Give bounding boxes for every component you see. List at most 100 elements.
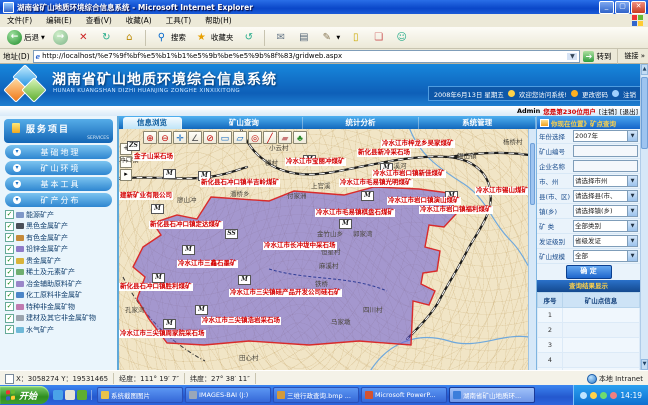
- mineral-layer-item[interactable]: ✓ 稀土及元素矿产: [0, 267, 117, 279]
- scroll-up-icon[interactable]: ▲: [641, 64, 648, 75]
- start-button[interactable]: 开始: [0, 386, 49, 404]
- checkbox-checked-icon[interactable]: ✓: [5, 210, 14, 219]
- mine-marker[interactable]: M: [163, 319, 176, 329]
- map-tool-button[interactable]: ▰: [278, 131, 292, 144]
- mine-marker[interactable]: M: [195, 305, 208, 315]
- show-desktop-icon[interactable]: [65, 390, 75, 400]
- sidebar-group-button[interactable]: ▾ 基础地理: [5, 145, 112, 159]
- mine-marker[interactable]: ZS: [127, 141, 140, 151]
- dropdown-arrow-icon[interactable]: ▼: [628, 250, 638, 262]
- forward-button[interactable]: →: [50, 29, 71, 46]
- field-value[interactable]: 请选择县(市、: [573, 190, 628, 202]
- checkbox-checked-icon[interactable]: ✓: [5, 256, 14, 265]
- mineral-layer-item[interactable]: ✓ 贵金属矿产: [0, 255, 117, 267]
- links-label[interactable]: 链接 »: [624, 51, 645, 61]
- field-value[interactable]: 全部: [573, 250, 628, 262]
- field-value[interactable]: 请选择市州: [573, 175, 628, 187]
- mine-marker[interactable]: M: [151, 204, 164, 214]
- history-button[interactable]: ↺: [238, 29, 259, 46]
- minimize-button[interactable]: _: [599, 1, 614, 14]
- mine-marker[interactable]: M: [163, 169, 176, 179]
- map-tool-button[interactable]: ♣: [293, 131, 307, 144]
- scroll-down-icon[interactable]: ▼: [641, 359, 648, 370]
- map-tool-button[interactable]: ◎: [248, 131, 262, 144]
- update-tray-icon[interactable]: [610, 392, 617, 399]
- checkbox-checked-icon[interactable]: ✓: [5, 291, 14, 300]
- print-button[interactable]: ▤: [293, 29, 314, 46]
- back-dropdown-icon[interactable]: ▼: [41, 35, 45, 41]
- mineral-layer-item[interactable]: ✓ 有色金属矿产: [0, 232, 117, 244]
- refresh-button[interactable]: ↻: [96, 29, 117, 46]
- mineral-layer-item[interactable]: ✓ 能源矿产: [0, 209, 117, 221]
- field-value[interactable]: 2007年: [573, 130, 628, 142]
- logout-link[interactable]: 注销: [623, 89, 636, 99]
- tab[interactable]: 矿山查询: [186, 117, 303, 129]
- tab[interactable]: 统计分析: [303, 117, 420, 129]
- taskbar-task[interactable]: 系统截图图片: [97, 387, 183, 403]
- map-scrollbar-thumb[interactable]: [530, 143, 535, 205]
- dropdown-arrow-icon[interactable]: ▼: [628, 205, 638, 217]
- mineral-layer-item[interactable]: ✓ 建材及其它非金属矿物: [0, 313, 117, 325]
- checkbox-checked-icon[interactable]: ✓: [5, 222, 14, 231]
- taskbar-task[interactable]: IMAGES-BAI (J:): [185, 387, 271, 403]
- field-value[interactable]: [573, 160, 638, 172]
- checkbox-checked-icon[interactable]: ✓: [5, 325, 14, 334]
- mineral-layer-item[interactable]: ✓ 水气矿产: [0, 324, 117, 336]
- checkbox-checked-icon[interactable]: ✓: [5, 268, 14, 277]
- clock[interactable]: 14:19: [620, 391, 642, 400]
- taskbar-task[interactable]: Microsoft PowerP...: [361, 387, 447, 403]
- volume-tray-icon[interactable]: [590, 392, 597, 399]
- table-row[interactable]: 1: [538, 308, 640, 323]
- notes-button[interactable]: ▯: [345, 29, 366, 46]
- sidebar-group-button[interactable]: ▾ 基本工具: [5, 177, 112, 191]
- address-dropdown-icon[interactable]: ▼: [567, 53, 577, 60]
- menu-item[interactable]: 收藏(A): [119, 15, 159, 26]
- mineral-layer-item[interactable]: ✓ 冶金辅助原料矿产: [0, 278, 117, 290]
- ie-quicklaunch-icon[interactable]: [53, 390, 63, 400]
- favorites-button[interactable]: ★ 收藏夹: [191, 29, 237, 46]
- search-button[interactable]: ⚲ 搜索: [151, 29, 189, 46]
- checkbox-checked-icon[interactable]: ✓: [5, 245, 14, 254]
- map-tool-button[interactable]: ✛: [173, 131, 187, 144]
- mineral-layer-item[interactable]: ✓ 铅锌金属矿产: [0, 244, 117, 256]
- taskbar-task[interactable]: 湖南省矿山地质环...: [449, 387, 535, 403]
- mineral-layer-item[interactable]: ✓ 特种非金属矿物: [0, 301, 117, 313]
- window-scrollbar[interactable]: ▲ ▼: [640, 64, 648, 370]
- antivirus-tray-icon[interactable]: [600, 392, 607, 399]
- table-row[interactable]: 4: [538, 353, 640, 368]
- close-button[interactable]: ✕: [631, 1, 646, 14]
- discuss-button[interactable]: ❏: [368, 29, 389, 46]
- map-tool-button[interactable]: ⊕: [143, 131, 157, 144]
- mail-button[interactable]: ✉: [270, 29, 291, 46]
- stop-button[interactable]: ✕: [73, 29, 94, 46]
- confirm-button[interactable]: 确 定: [566, 265, 612, 279]
- mineral-layer-item[interactable]: ✓ 黑色金属矿产: [0, 221, 117, 233]
- map-tool-button[interactable]: ⊘: [203, 131, 217, 144]
- menu-item[interactable]: 文件(F): [0, 15, 39, 26]
- taskbar-task[interactable]: 三维行政查询.bmp ...: [273, 387, 359, 403]
- map-scrollbar[interactable]: [528, 129, 536, 370]
- map-canvas[interactable]: ⊕⊖✛∠⊘▭▱◎╱▰♣ + − ▸ ZSMMMMMMMMSSMMMMM 小云村横…: [119, 129, 528, 370]
- messenger-button[interactable]: ☺: [391, 29, 412, 46]
- maximize-button[interactable]: ▢: [615, 1, 630, 14]
- tab[interactable]: 信息浏览: [123, 117, 182, 129]
- dropdown-arrow-icon[interactable]: ▼: [628, 235, 638, 247]
- sidebar-group-button[interactable]: ▾ 矿山环境: [5, 161, 112, 175]
- dropdown-arrow-icon[interactable]: ▼: [628, 190, 638, 202]
- home-button[interactable]: ⌂: [119, 29, 140, 46]
- back-button[interactable]: ← 后退 ▼: [4, 29, 48, 46]
- checkbox-checked-icon[interactable]: ✓: [5, 302, 14, 311]
- menu-item[interactable]: 工具(T): [159, 15, 198, 26]
- tab[interactable]: 系统管理: [419, 117, 536, 129]
- field-value[interactable]: 全部类别: [573, 220, 628, 232]
- table-row[interactable]: 2: [538, 323, 640, 338]
- field-value[interactable]: 请选择镇(乡): [573, 205, 628, 217]
- user-logout-link[interactable]: [注销]: [599, 106, 617, 116]
- mine-marker[interactable]: M: [238, 275, 251, 285]
- address-input[interactable]: e http://localhost/%e7%9f%bf%e5%b1%b1%e5…: [33, 50, 581, 63]
- mine-marker[interactable]: SS: [225, 229, 238, 239]
- dropdown-arrow-icon[interactable]: ▼: [628, 130, 638, 142]
- dropdown-arrow-icon[interactable]: ▼: [628, 220, 638, 232]
- mine-marker[interactable]: M: [339, 219, 352, 229]
- checkbox-checked-icon[interactable]: ✓: [5, 314, 14, 323]
